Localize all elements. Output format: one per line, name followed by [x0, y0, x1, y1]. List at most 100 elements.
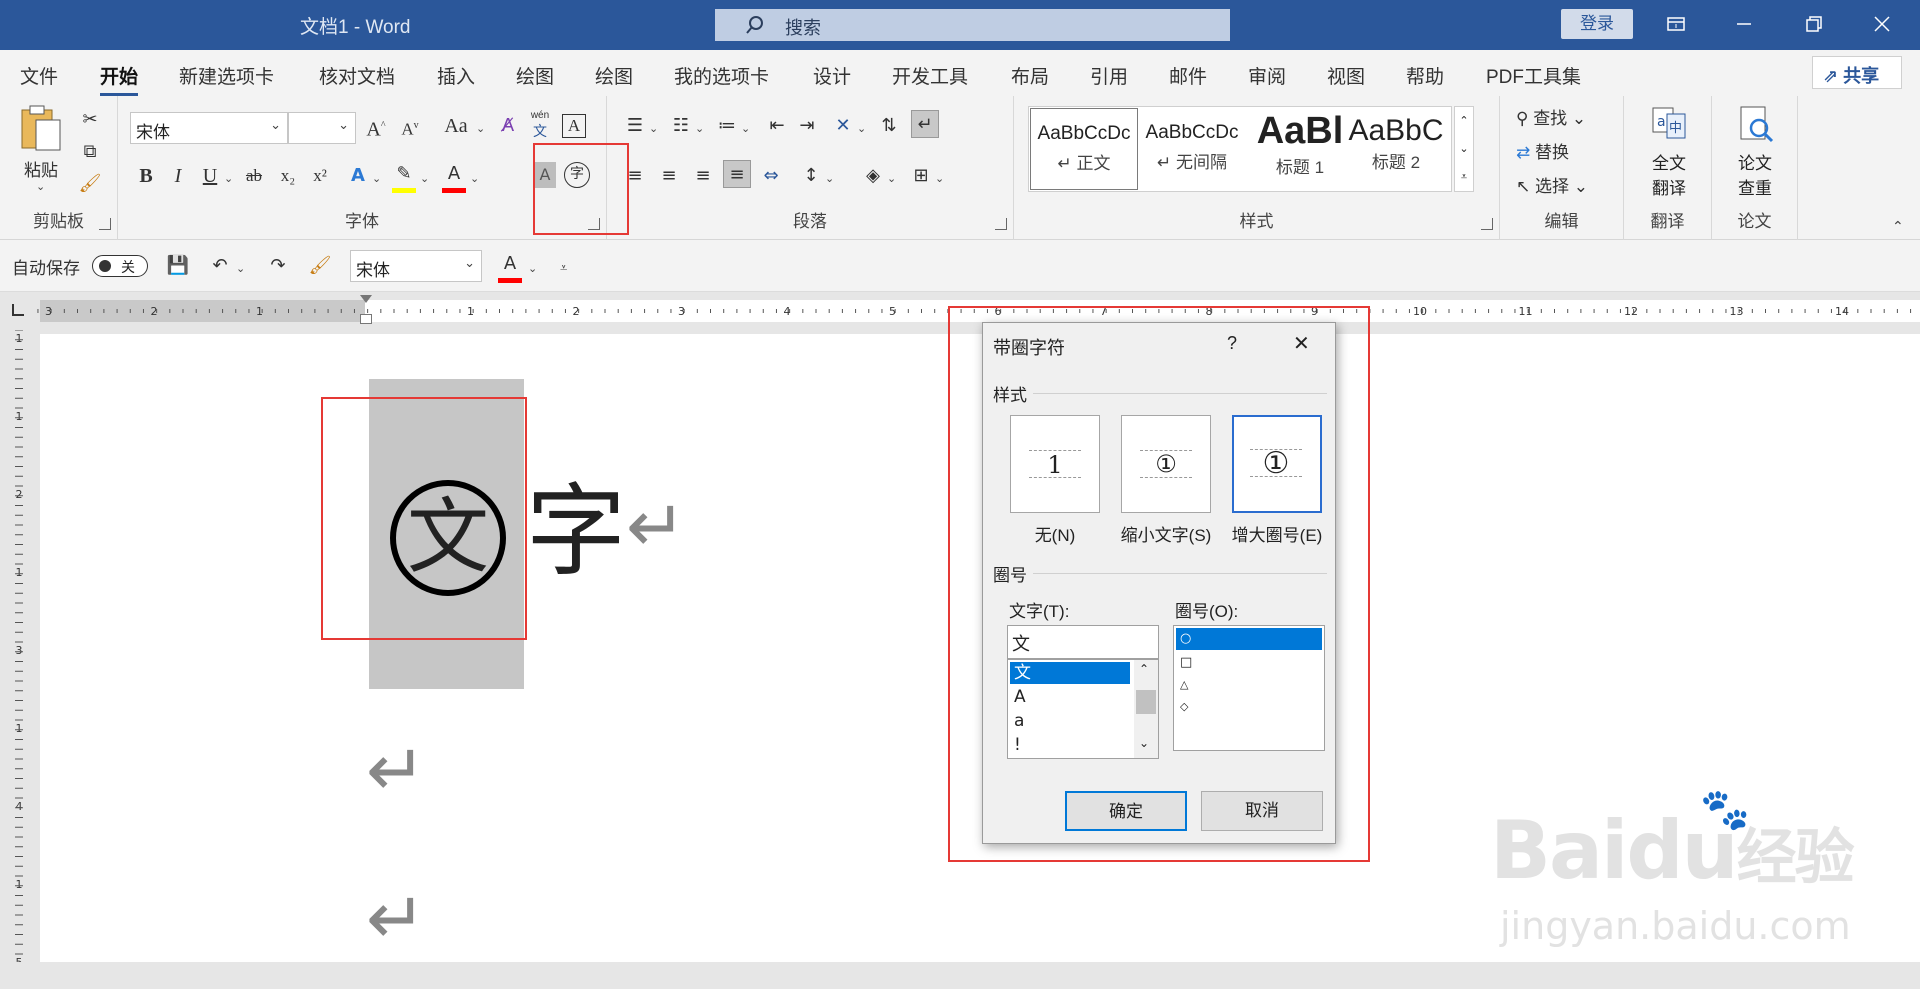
paste-button[interactable]: 粘贴 ⌄: [18, 104, 68, 199]
share-button[interactable]: ⇗ 共享: [1812, 56, 1902, 89]
select-button[interactable]: ↖ 选择 ⌄: [1516, 172, 1588, 197]
character-border-icon[interactable]: A: [562, 114, 586, 138]
tab-my[interactable]: 我的选项卡: [674, 62, 769, 89]
style-heading-1[interactable]: AaBl 标题 1: [1246, 108, 1354, 190]
redo-icon[interactable]: ↷: [264, 252, 292, 280]
ruler-number: 11: [1519, 305, 1533, 318]
left-indent-marker[interactable]: [360, 314, 372, 324]
qat-font-color-icon[interactable]: A: [496, 250, 524, 278]
qat-font-combo[interactable]: 宋体 ⌄: [350, 250, 482, 282]
shading-icon[interactable]: ◈: [859, 162, 887, 190]
tab-design[interactable]: 设计: [813, 62, 851, 89]
distribute-icon[interactable]: ⇔: [757, 162, 785, 190]
copy-icon[interactable]: ⧉: [76, 138, 104, 166]
customize-qat-icon[interactable]: ⩡: [560, 260, 567, 276]
styles-launcher-icon[interactable]: [1481, 218, 1493, 230]
phonetic-guide-icon[interactable]: wén 文: [528, 110, 552, 142]
line-spacing-icon[interactable]: ↕: [797, 162, 825, 190]
bullets-icon[interactable]: ☰: [621, 112, 649, 140]
styles-scroll[interactable]: ⌃ ⌄ ⩡: [1454, 106, 1474, 192]
align-left-icon[interactable]: ≡: [621, 162, 649, 190]
shrink-font-icon[interactable]: Av: [396, 112, 424, 140]
minimize-icon[interactable]: [1732, 12, 1762, 38]
paragraph-group-label: 段落: [793, 212, 827, 231]
vertical-ruler-number: 3: [16, 644, 23, 657]
tab-pdf[interactable]: PDF工具集: [1486, 62, 1581, 89]
tab-mailings[interactable]: 邮件: [1169, 62, 1207, 89]
undo-icon[interactable]: ↶: [206, 252, 234, 280]
tab-insert[interactable]: 插入: [437, 62, 475, 89]
quick-access-toolbar: 自动保存 关 💾 ↶ ⌄ ↷ 🖌 宋体 ⌄ A ⌄ ⩡: [0, 240, 1920, 292]
first-line-indent-marker[interactable]: [360, 295, 372, 303]
clipboard-launcher-icon[interactable]: [99, 218, 111, 230]
underline-button[interactable]: U: [196, 162, 224, 190]
save-icon[interactable]: 💾: [164, 252, 192, 280]
multilevel-list-icon[interactable]: ≔: [713, 112, 741, 140]
clear-format-icon[interactable]: A̸: [494, 112, 522, 140]
font-name-value: 宋体: [136, 123, 170, 143]
highlight-color-bar: [392, 188, 416, 193]
font-size-combo[interactable]: ⌄: [288, 112, 356, 144]
borders-icon[interactable]: ⊞: [907, 162, 935, 190]
style-heading-2[interactable]: AaBbC 标题 2: [1344, 108, 1448, 190]
tab-layout[interactable]: 布局: [1011, 62, 1049, 89]
chinese-layout-icon[interactable]: ✕: [829, 112, 857, 140]
font-color-icon[interactable]: A: [440, 160, 468, 188]
find-button[interactable]: ⚲ 查找 ⌄: [1516, 104, 1586, 129]
tab-draw-2[interactable]: 绘图: [595, 62, 633, 89]
search-box[interactable]: 搜索: [715, 9, 1230, 41]
bold-button[interactable]: B: [132, 162, 160, 190]
tab-proofread[interactable]: 核对文档: [319, 62, 395, 89]
text-effects-icon[interactable]: A: [344, 162, 372, 190]
paste-icon: [21, 105, 61, 151]
tab-draw-1[interactable]: 绘图: [516, 62, 554, 89]
collapse-ribbon-icon[interactable]: ⌃: [1892, 218, 1904, 235]
change-case-icon[interactable]: Aa: [438, 112, 474, 140]
cut-icon[interactable]: ✂: [76, 106, 104, 134]
font-name-combo[interactable]: 宋体 ⌄: [130, 112, 288, 144]
qat-format-painter-icon[interactable]: 🖌: [306, 252, 334, 280]
ruler-number: 12: [1624, 305, 1638, 318]
numbering-icon[interactable]: ☷: [667, 112, 695, 140]
tab-home[interactable]: 开始: [100, 62, 139, 96]
paper-check-button[interactable]: 论文 查重: [1728, 104, 1782, 204]
superscript-button[interactable]: x²: [306, 162, 334, 190]
close-icon[interactable]: [1870, 12, 1900, 38]
decrease-indent-icon[interactable]: ⇤: [763, 112, 791, 140]
highlight-box-dialog: [948, 306, 1370, 862]
full-translate-button[interactable]: a中 全文 翻译: [1642, 104, 1696, 204]
italic-button[interactable]: I: [164, 162, 192, 190]
justify-icon[interactable]: ≡: [723, 160, 751, 188]
login-button[interactable]: 登录: [1561, 9, 1633, 39]
tab-developer[interactable]: 开发工具: [892, 62, 968, 89]
tab-file[interactable]: 文件: [20, 62, 58, 89]
style-normal[interactable]: AaBbCcDc ↵ 正文: [1030, 108, 1138, 190]
strikethrough-button[interactable]: ab: [240, 162, 268, 190]
watermark-brand: Baidu经验: [1490, 804, 1855, 897]
align-right-icon[interactable]: ≡: [689, 162, 717, 190]
select-icon: ↖: [1516, 177, 1531, 196]
tab-help[interactable]: 帮助: [1406, 62, 1444, 89]
align-center-icon[interactable]: ≡: [655, 162, 683, 190]
tab-references[interactable]: 引用: [1090, 62, 1128, 89]
subscript-button[interactable]: x₂: [274, 162, 302, 190]
sort-icon[interactable]: ⇅: [875, 112, 903, 140]
tab-view[interactable]: 视图: [1327, 62, 1365, 89]
format-painter-icon[interactable]: 🖌: [76, 170, 104, 198]
paragraph-launcher-icon[interactable]: [995, 218, 1007, 230]
highlight-icon[interactable]: ✎: [390, 160, 418, 188]
replace-button[interactable]: ⇄ 替换: [1516, 138, 1569, 163]
grow-font-icon[interactable]: A^: [362, 112, 390, 141]
autosave-label: 自动保存: [12, 259, 80, 278]
restore-icon[interactable]: [1802, 12, 1832, 38]
ribbon-display-options-icon[interactable]: [1664, 12, 1694, 38]
ribbon: 粘贴 ⌄ ✂ ⧉ 🖌 剪贴板 宋体 ⌄ ⌄ A^ Av Aa ⌄ A̸ wén 文 …: [0, 96, 1920, 240]
style-no-spacing[interactable]: AaBbCcDc ↵ 无间隔: [1138, 108, 1246, 190]
word-window: 文档1 - Word 搜索 登录 文件 开始 新建选项卡 核对文档 插入 绘图 …: [0, 0, 1920, 989]
tab-new[interactable]: 新建选项卡: [179, 62, 274, 89]
increase-indent-icon[interactable]: ⇥: [793, 112, 821, 140]
show-marks-icon[interactable]: ↵: [911, 110, 939, 138]
tab-review[interactable]: 审阅: [1248, 62, 1286, 89]
toggle-state: 关: [121, 259, 135, 275]
autosave-toggle[interactable]: 关: [92, 255, 148, 277]
